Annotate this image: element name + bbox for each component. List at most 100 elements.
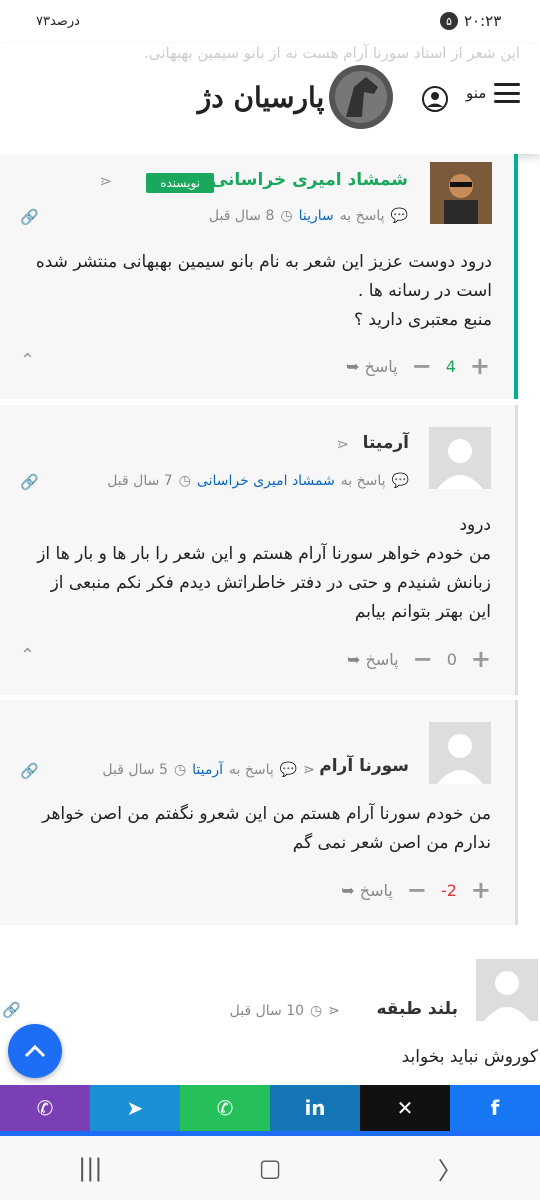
comment-line: من خودم خواهر سورنا آرام هستم و این شعر … xyxy=(37,544,491,564)
comment-line: درود دوست عزیز این شعر به نام بانو سیمین… xyxy=(35,252,492,272)
site-header: این شعر از استاد سورنا آرام هست نه از با… xyxy=(0,44,540,154)
logo-text: پارسیان دژ xyxy=(197,80,325,114)
comment-line: این بهتر بتوانم بیابم xyxy=(354,602,491,622)
status-time: ۵ ۲۰:۲۳ xyxy=(440,12,501,30)
chat-icon: 💬 xyxy=(391,473,409,489)
status-bar: ۷۳درصد ۵ ۲۰:۲۳ xyxy=(0,0,540,44)
reply-icon: ➥ xyxy=(347,649,361,669)
avatar xyxy=(430,162,492,224)
clock-icon: ◷ xyxy=(280,208,293,224)
author-badge: نویسنده xyxy=(146,173,214,193)
facebook-share-button[interactable]: f xyxy=(450,1085,540,1131)
telegram-share-button[interactable]: ➤ xyxy=(90,1085,180,1131)
avatar xyxy=(429,427,491,489)
reply-button[interactable]: ➥ پاسخ xyxy=(347,650,399,669)
clock-icon: ◷ xyxy=(310,1003,323,1019)
comment-item: آرمیتا ⋖ 💬 پاسخ به شمشاد امیری خراسانی ◷… xyxy=(0,405,518,695)
downvote-button[interactable]: − xyxy=(407,876,427,904)
reply-to-link[interactable]: آرمیتا xyxy=(192,762,223,778)
comment-meta: ⋖ ◷ 10 سال قبل xyxy=(230,1003,340,1019)
vote-count: 4 xyxy=(445,356,456,376)
comment-line: من خودم سورنا آرام هستم من این شعرو نگفت… xyxy=(42,804,491,824)
comment-body: کوروش نباید بخوابد xyxy=(58,1043,538,1072)
comment-item: سورنا آرام ⋖ 💬 پاسخ به آرمیتا ◷ 5 سال قب… xyxy=(0,700,518,925)
chat-icon: 💬 xyxy=(390,208,408,224)
vote-count: -2 xyxy=(440,880,457,900)
clock-icon: ◷ xyxy=(173,762,187,778)
chevron-up-icon xyxy=(24,1044,46,1058)
reply-label: پاسخ xyxy=(359,880,393,900)
comment-author[interactable]: آرمیتا xyxy=(363,433,409,453)
collapse-icon[interactable]: ⌃ xyxy=(20,645,35,666)
telegram-icon: ➤ xyxy=(126,1096,144,1120)
link-icon[interactable]: 🔗 xyxy=(2,1001,21,1019)
comment-body: من خودم سورنا آرام هستم من این شعرو نگفت… xyxy=(11,800,491,858)
site-logo[interactable]: پارسیان دژ xyxy=(196,64,406,130)
share-icon[interactable]: ⋖ xyxy=(99,172,112,190)
reply-icon: ➥ xyxy=(341,880,355,900)
back-icon[interactable]: 〉 xyxy=(438,1151,462,1186)
share-icon[interactable]: ⋖ xyxy=(336,435,349,453)
reply-to-link[interactable]: سارینا xyxy=(299,208,334,224)
comment-item: شمشاد امیری خراسانی نویسنده ⋖ 💬 پاسخ به … xyxy=(0,154,518,399)
facebook-icon: f xyxy=(490,1096,500,1120)
whatsapp-share-button[interactable]: ✆ xyxy=(180,1085,270,1131)
comment-author[interactable]: بلند طبقه xyxy=(377,999,459,1019)
share-icon[interactable]: ⋖ xyxy=(303,762,315,778)
comment-author[interactable]: سورنا آرام xyxy=(319,756,409,776)
avatar xyxy=(429,722,491,784)
share-bar: ✆ ➤ ✆ in ✕ f xyxy=(0,1085,540,1131)
avatar xyxy=(476,959,538,1021)
comment-author[interactable]: شمشاد امیری خراسانی xyxy=(211,170,408,190)
share-icon[interactable]: ⋖ xyxy=(328,1003,340,1019)
comment-item: بلند طبقه ⋖ ◷ 10 سال قبل 🔗 کوروش نباید ب… xyxy=(0,955,540,1085)
link-icon[interactable]: 🔗 xyxy=(20,473,39,491)
chat-icon: 💬 xyxy=(279,762,298,778)
header-ghost-text: این شعر از استاد سورنا آرام هست نه از با… xyxy=(144,44,520,62)
user-account-icon[interactable] xyxy=(422,86,448,112)
phone-share-button[interactable]: ✆ xyxy=(0,1085,90,1131)
comment-line: درود xyxy=(459,515,491,535)
comment-line: منبع معتبری دارید ؟ xyxy=(353,310,492,330)
home-icon[interactable]: ▢ xyxy=(259,1154,282,1182)
upvote-button[interactable]: + xyxy=(470,352,490,380)
link-icon[interactable]: 🔗 xyxy=(20,762,39,780)
reply-button[interactable]: ➥ پاسخ xyxy=(341,881,393,900)
comment-time: 10 سال قبل xyxy=(229,1003,305,1019)
phone-icon: ✆ xyxy=(36,1096,54,1120)
scroll-top-button[interactable] xyxy=(8,1024,62,1078)
comment-line: کوروش نباید بخوابد xyxy=(401,1047,538,1067)
comment-line: است در رسانه ها . xyxy=(357,281,492,301)
reply-prefix: پاسخ به xyxy=(229,762,274,778)
reply-label: پاسخ xyxy=(365,649,399,669)
upvote-button[interactable]: + xyxy=(471,876,491,904)
menu-label: منو xyxy=(466,84,487,102)
reply-button[interactable]: ➥ پاسخ xyxy=(346,357,398,376)
comment-meta: 💬 پاسخ به سارینا ◷ 8 سال قبل xyxy=(209,208,408,224)
comment-actions: ➥ پاسخ − -2 + xyxy=(341,876,491,904)
menu-button[interactable]: منو xyxy=(466,83,521,103)
comment-line: زبانش شنیدم و حتی در دفتر خاطراتش دیدم ف… xyxy=(50,573,491,593)
linkedin-share-button[interactable]: in xyxy=(270,1085,360,1131)
x-share-button[interactable]: ✕ xyxy=(360,1085,450,1131)
reply-prefix: پاسخ به xyxy=(340,473,386,489)
downvote-button[interactable]: − xyxy=(412,352,432,380)
clock-text: ۲۰:۲۳ xyxy=(464,12,502,30)
collapse-icon[interactable]: ⌃ xyxy=(20,350,35,371)
comment-line: ندارم من اصن شعر نمی گم xyxy=(292,833,491,853)
comment-meta: ⋖ 💬 پاسخ به آرمیتا ◷ 5 سال قبل xyxy=(102,762,315,778)
hamburger-icon xyxy=(494,83,521,103)
clock-icon: ◷ xyxy=(178,473,191,489)
recent-apps-icon[interactable]: ||| xyxy=(78,1154,102,1182)
comment-actions: ➥ پاسخ − 0 + xyxy=(347,645,491,673)
link-icon[interactable]: 🔗 xyxy=(20,208,39,226)
whatsapp-icon: ✆ xyxy=(216,1096,234,1120)
comment-time: 8 سال قبل xyxy=(208,208,275,224)
downvote-button[interactable]: − xyxy=(413,645,433,673)
comment-body: درود دوست عزیز این شعر به نام بانو سیمین… xyxy=(12,248,492,335)
reply-icon: ➥ xyxy=(346,356,360,376)
upvote-button[interactable]: + xyxy=(471,645,491,673)
reply-label: پاسخ xyxy=(364,356,398,376)
reply-to-link[interactable]: شمشاد امیری خراسانی xyxy=(197,473,335,489)
comment-time: 7 سال قبل xyxy=(107,473,173,489)
